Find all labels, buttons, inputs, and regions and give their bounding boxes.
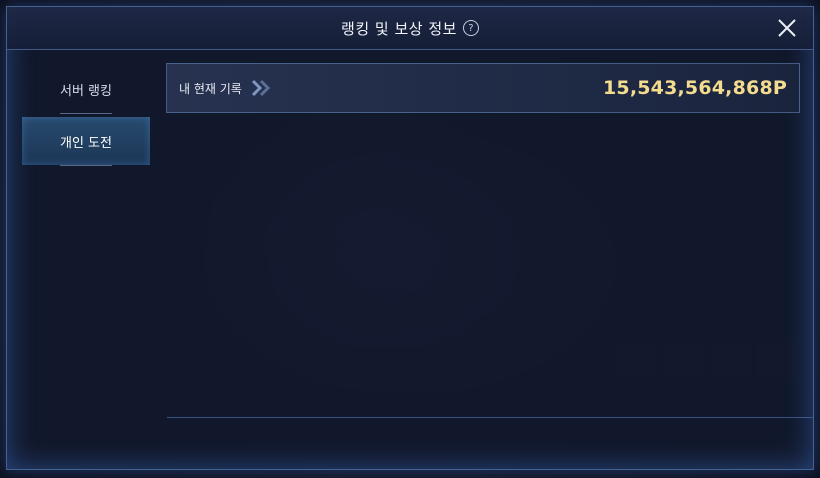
tab-label: 개인 도전	[60, 135, 112, 151]
game-screen: 랭킹 및 보상 정보 ? 서버 랭킹 개인 도전 내 현재 기록 15,543,…	[0, 0, 820, 478]
modal-title: 랭킹 및 보상 정보	[341, 19, 457, 38]
help-icon[interactable]: ?	[462, 20, 479, 36]
record-value: 15,543,564,868P	[602, 77, 787, 99]
tab-divider	[60, 165, 112, 166]
close-icon[interactable]	[777, 18, 797, 38]
tab-server-ranking[interactable]: 서버 랭킹	[22, 65, 150, 113]
record-label: 내 현재 기록	[179, 81, 242, 96]
double-chevron-right-icon	[251, 79, 270, 97]
tab-divider	[60, 113, 112, 114]
tab-label: 서버 랭킹	[60, 83, 112, 99]
modal-header: 랭킹 및 보상 정보 ?	[7, 7, 813, 50]
content-divider	[167, 417, 813, 418]
current-record-bar: 내 현재 기록 15,543,564,868P	[166, 63, 800, 113]
ranking-reward-modal: 랭킹 및 보상 정보 ? 서버 랭킹 개인 도전 내 현재 기록 15,543,…	[6, 6, 814, 470]
tab-personal-challenge[interactable]: 개인 도전	[22, 117, 150, 165]
